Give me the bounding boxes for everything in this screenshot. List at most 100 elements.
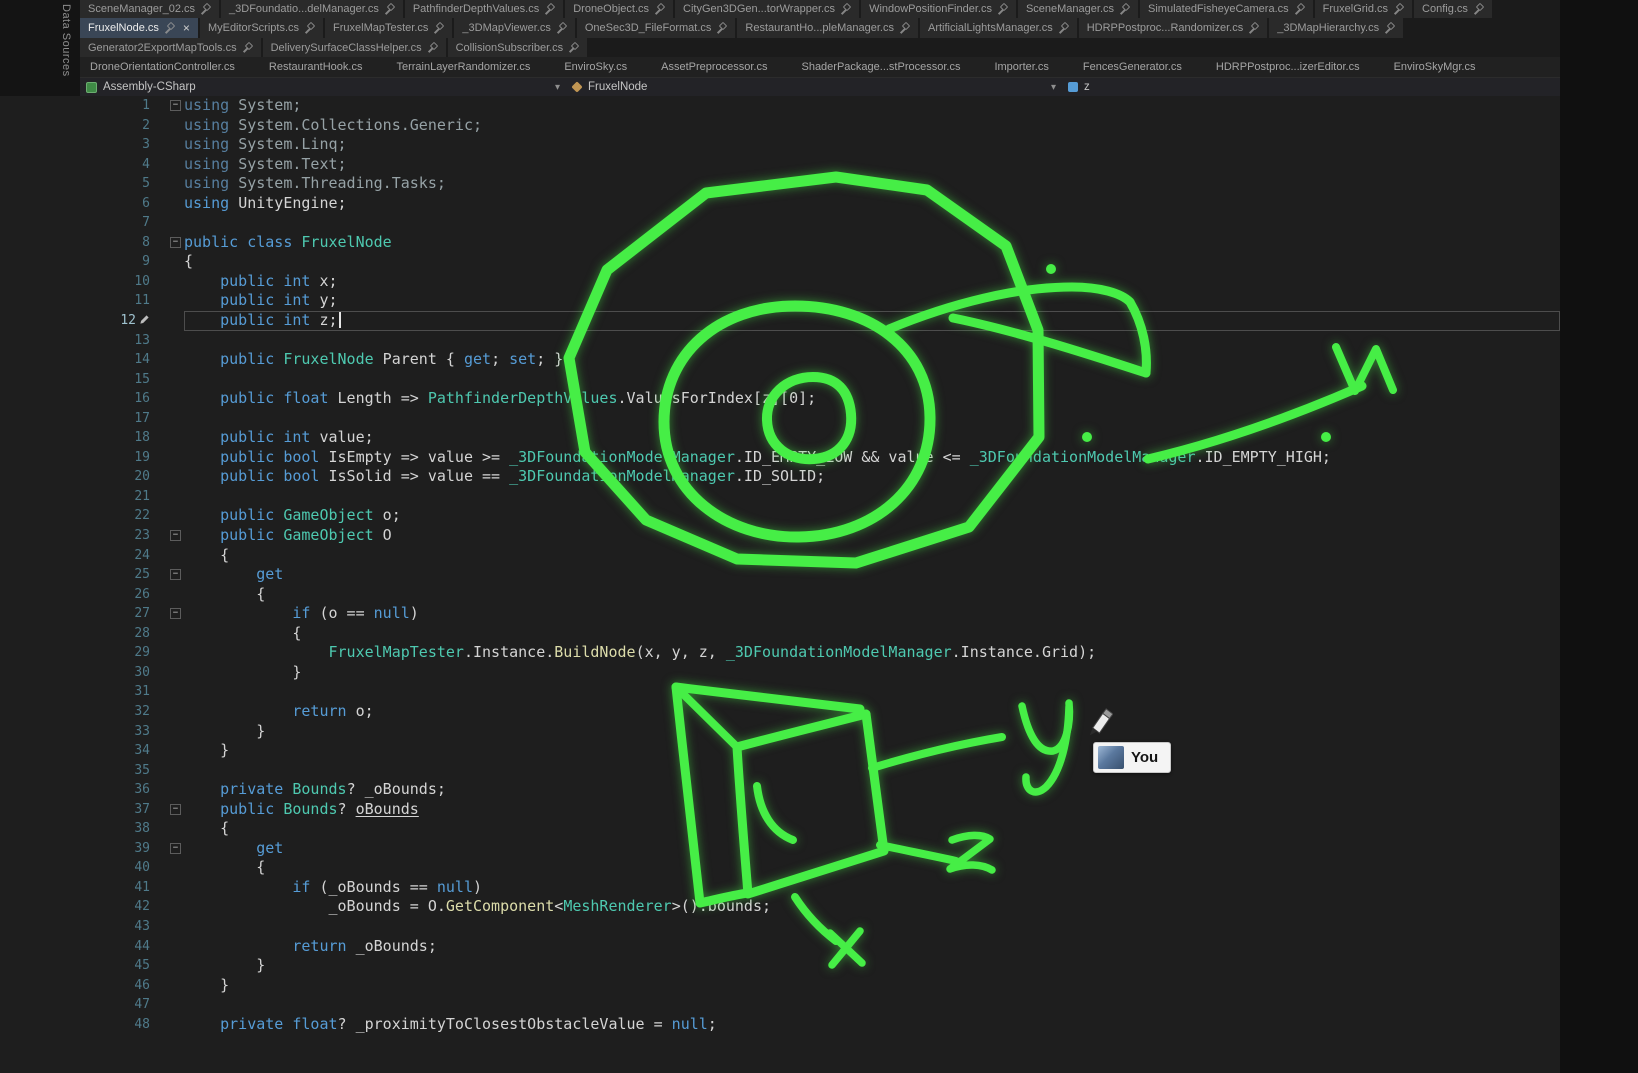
tab-envirosky-cs[interactable]: EnviroSky.cs <box>554 57 637 77</box>
tab-restauranthook-cs[interactable]: RestaurantHook.cs <box>259 57 373 77</box>
tab-fruxelgrid-cs[interactable]: FruxelGrid.cs <box>1315 0 1412 18</box>
code-line[interactable]: 9{ <box>0 252 1560 272</box>
code-line[interactable]: 23− public GameObject O <box>0 526 1560 546</box>
tab--3dfoundatio-delmanager-cs[interactable]: _3DFoundatio...delManager.cs <box>221 0 403 18</box>
tab-windowpositionfinder-cs[interactable]: WindowPositionFinder.cs <box>861 0 1016 18</box>
tab-fruxelnode-cs[interactable]: FruxelNode.cs× <box>80 18 198 38</box>
code-line[interactable]: 29 FruxelMapTester.Instance.BuildNode(x,… <box>0 643 1560 663</box>
breadcrumb-type[interactable]: FruxelNode ▾ <box>566 78 1062 96</box>
code-line[interactable]: 19 public bool IsEmpty => value >= _3DFo… <box>0 448 1560 468</box>
tab-terrainlayerrandomizer-cs[interactable]: TerrainLayerRandomizer.cs <box>386 57 540 77</box>
pin-icon[interactable] <box>569 43 579 53</box>
code-line[interactable]: 31 <box>0 682 1560 702</box>
code-line[interactable]: 48 private float? _proximityToClosestObs… <box>0 1015 1560 1035</box>
code-line[interactable]: 41 if (_oBounds == null) <box>0 878 1560 898</box>
pin-icon[interactable] <box>1295 4 1305 14</box>
code-line[interactable]: 39− get <box>0 839 1560 859</box>
code-line[interactable]: 38 { <box>0 819 1560 839</box>
pin-icon[interactable] <box>243 43 253 53</box>
fold-marker-icon[interactable]: − <box>170 237 181 248</box>
pin-icon[interactable] <box>1394 4 1404 14</box>
code-line[interactable]: 8−public class FruxelNode <box>0 233 1560 253</box>
breadcrumb-project[interactable]: Assembly-CSharp ▾ <box>80 78 566 96</box>
tab-enviroskymgr-cs[interactable]: EnviroSkyMgr.cs <box>1384 57 1486 77</box>
code-line[interactable]: 43 <box>0 917 1560 937</box>
code-line[interactable]: 4using System.Text; <box>0 155 1560 175</box>
pin-icon[interactable] <box>557 23 567 33</box>
tab-importer-cs[interactable]: Importer.cs <box>984 57 1058 77</box>
code-line[interactable]: 35 <box>0 761 1560 781</box>
pin-icon[interactable] <box>1249 23 1259 33</box>
tab-artificiallightsmanager-cs[interactable]: ArtificialLightsManager.cs <box>920 18 1077 38</box>
code-editor[interactable]: 1−using System;2using System.Collections… <box>0 96 1560 1073</box>
code-line[interactable]: 2using System.Collections.Generic; <box>0 116 1560 136</box>
tab-restaurantho-plemanager-cs[interactable]: RestaurantHo...pleManager.cs <box>737 18 918 38</box>
pin-icon[interactable] <box>1474 4 1484 14</box>
code-line[interactable]: 10 public int x; <box>0 272 1560 292</box>
fold-marker-icon[interactable]: − <box>170 100 181 111</box>
code-line[interactable]: 12 public int z; <box>0 311 1560 331</box>
code-line[interactable]: 33 } <box>0 722 1560 742</box>
pin-icon[interactable] <box>1385 23 1395 33</box>
fold-marker-icon[interactable]: − <box>170 569 181 580</box>
tab-config-cs[interactable]: Config.cs <box>1414 0 1492 18</box>
code-line[interactable]: 13 <box>0 331 1560 351</box>
tab-deliverysurfaceclasshelper-cs[interactable]: DeliverySurfaceClassHelper.cs <box>263 38 446 57</box>
code-line[interactable]: 30 } <box>0 663 1560 683</box>
tab-myeditorscripts-cs[interactable]: MyEditorScripts.cs <box>200 18 323 38</box>
close-icon[interactable]: × <box>183 21 190 35</box>
tab--3dmapviewer-cs[interactable]: _3DMapViewer.cs <box>454 18 574 38</box>
tab-fruxelmaptester-cs[interactable]: FruxelMapTester.cs <box>325 18 452 38</box>
pin-icon[interactable] <box>998 4 1008 14</box>
code-line[interactable]: 27− if (o == null) <box>0 604 1560 624</box>
code-line[interactable]: 24 { <box>0 546 1560 566</box>
tab-onesec3d-fileformat-cs[interactable]: OneSec3D_FileFormat.cs <box>577 18 736 38</box>
code-line[interactable]: 44 return _oBounds; <box>0 937 1560 957</box>
code-line[interactable]: 25− get <box>0 565 1560 585</box>
data-sources-tab[interactable]: Data Sources <box>52 4 72 94</box>
code-line[interactable]: 15 <box>0 370 1560 390</box>
code-line[interactable]: 40 { <box>0 858 1560 878</box>
pin-icon[interactable] <box>165 23 175 33</box>
pin-icon[interactable] <box>545 4 555 14</box>
code-line[interactable]: 7 <box>0 213 1560 233</box>
fold-marker-icon[interactable]: − <box>170 530 181 541</box>
tab-citygen3dgen-torwrapper-cs[interactable]: CityGen3DGen...torWrapper.cs <box>675 0 859 18</box>
code-line[interactable]: 22 public GameObject o; <box>0 506 1560 526</box>
breadcrumb-member[interactable]: z <box>1062 78 1560 96</box>
pin-icon[interactable] <box>1059 23 1069 33</box>
code-line[interactable]: 20 public bool IsSolid => value == _3DFo… <box>0 467 1560 487</box>
pin-icon[interactable] <box>900 23 910 33</box>
code-line[interactable]: 46 } <box>0 976 1560 996</box>
code-line[interactable]: 14 public FruxelNode Parent { get; set; … <box>0 350 1560 370</box>
tab-pathfinderdepthvalues-cs[interactable]: PathfinderDepthValues.cs <box>405 0 563 18</box>
code-line[interactable]: 17 <box>0 409 1560 429</box>
code-line[interactable]: 34 } <box>0 741 1560 761</box>
code-line[interactable]: 11 public int y; <box>0 291 1560 311</box>
code-line[interactable]: 21 <box>0 487 1560 507</box>
tab-simulatedfisheyecamera-cs[interactable]: SimulatedFisheyeCamera.cs <box>1140 0 1313 18</box>
fold-marker-icon[interactable]: − <box>170 608 181 619</box>
tab-generator2exportmaptools-cs[interactable]: Generator2ExportMapTools.cs <box>80 38 261 57</box>
pin-icon[interactable] <box>655 4 665 14</box>
tab-scenemanager-cs[interactable]: SceneManager.cs <box>1018 0 1138 18</box>
pin-icon[interactable] <box>1120 4 1130 14</box>
code-line[interactable]: 1−using System; <box>0 96 1560 116</box>
tab-hdrppostproc-randomizer-cs[interactable]: HDRPPostproc...Randomizer.cs <box>1079 18 1268 38</box>
code-line[interactable]: 42 _oBounds = O.GetComponent<MeshRendere… <box>0 897 1560 917</box>
code-line[interactable]: 28 { <box>0 624 1560 644</box>
code-line[interactable]: 18 public int value; <box>0 428 1560 448</box>
pin-icon[interactable] <box>841 4 851 14</box>
code-line[interactable]: 45 } <box>0 956 1560 976</box>
code-line[interactable]: 3using System.Linq; <box>0 135 1560 155</box>
pin-icon[interactable] <box>385 4 395 14</box>
tab--3dmaphierarchy-cs[interactable]: _3DMapHierarchy.cs <box>1269 18 1403 38</box>
chevron-down-icon[interactable]: ▾ <box>1051 82 1056 93</box>
tab-fencesgenerator-cs[interactable]: FencesGenerator.cs <box>1073 57 1192 77</box>
code-line[interactable]: 37− public Bounds? oBounds <box>0 800 1560 820</box>
pin-icon[interactable] <box>428 43 438 53</box>
fold-marker-icon[interactable]: − <box>170 843 181 854</box>
tab-droneobject-cs[interactable]: DroneObject.cs <box>565 0 673 18</box>
code-line[interactable]: 47 <box>0 995 1560 1015</box>
fold-marker-icon[interactable]: − <box>170 804 181 815</box>
